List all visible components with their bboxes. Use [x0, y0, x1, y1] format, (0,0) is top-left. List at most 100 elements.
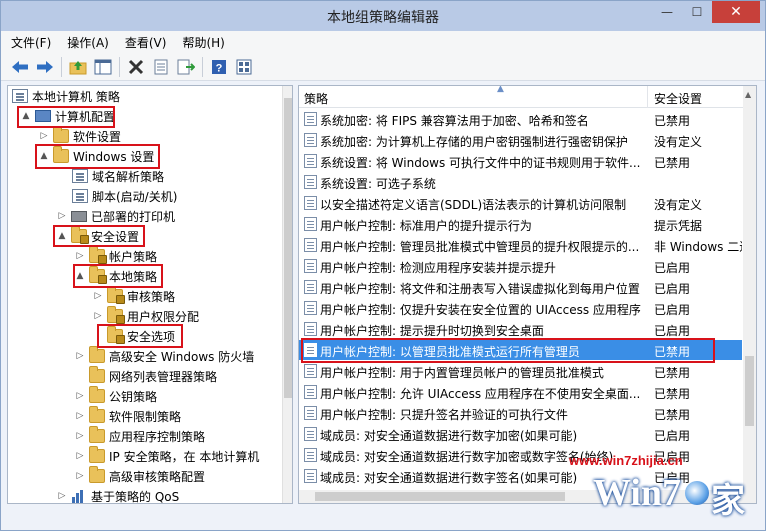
collapsed-arrow-icon[interactable]: ▷: [56, 490, 68, 502]
tree-item-label: IP 安全策略，在 本地计算机: [109, 449, 260, 464]
list-hscroll-thumb[interactable]: [315, 492, 565, 501]
tree-item-label: Windows 设置: [73, 149, 155, 164]
export-list-icon[interactable]: [175, 56, 197, 78]
up-folder-icon[interactable]: [67, 56, 89, 78]
scroll-up-icon[interactable]: ▲: [745, 90, 751, 99]
tree-item-firewall[interactable]: ▷ 高级安全 Windows 防火墙: [74, 346, 254, 366]
close-button[interactable]: ✕: [712, 1, 760, 23]
collapsed-arrow-icon[interactable]: ▷: [92, 310, 104, 322]
collapsed-arrow-icon[interactable]: ▷: [38, 130, 50, 142]
tree-item-user-rights[interactable]: ▷ 用户权限分配: [92, 306, 199, 326]
tree-item-computer-config[interactable]: ▲ 计算机配置: [20, 106, 115, 126]
list-item[interactable]: 域成员: 对安全通道数据进行数字加密(如果可能) 已启用: [299, 424, 742, 444]
menu-view[interactable]: 查看(V): [125, 34, 167, 51]
view-icon[interactable]: [233, 56, 255, 78]
policy-icon: [304, 301, 317, 315]
policy-icon: [304, 343, 317, 357]
policy-icon: [304, 406, 317, 420]
watermark-logo-text: Win7: [593, 472, 682, 514]
tree-item-printers[interactable]: ▷ 已部署的打印机: [56, 206, 175, 226]
tree-item-qos[interactable]: ▷ 基于策略的 QoS: [56, 486, 179, 503]
column-header-policy[interactable]: 策略: [304, 90, 328, 107]
list-item[interactable]: 用户帐户控制: 标准用户的提升提示行为 提示凭据: [299, 214, 742, 234]
folder-icon: [89, 426, 105, 443]
list-item[interactable]: 用户帐户控制: 用于内置管理员帐户的管理员批准模式 已禁用: [299, 361, 742, 381]
list-item[interactable]: 用户帐户控制: 允许 UIAccess 应用程序在不使用安全桌面... 已禁用: [299, 382, 742, 402]
menu-file[interactable]: 文件(F): [11, 34, 51, 51]
list-item[interactable]: 用户帐户控制: 只提升签名并验证的可执行文件 已禁用: [299, 403, 742, 423]
folder-icon: [89, 346, 105, 363]
minimize-button[interactable]: —: [652, 1, 682, 23]
list-item[interactable]: 系统加密: 为计算机上存储的用户密钥强制进行强密钥保护 没有定义: [299, 130, 742, 150]
list-vscroll-thumb[interactable]: [745, 356, 754, 426]
tree-scrollbar[interactable]: [282, 86, 292, 503]
policy-icon: [304, 154, 317, 168]
title-bar[interactable]: 本地组策略编辑器 — ☐ ✕: [1, 1, 765, 31]
svg-text:?: ?: [216, 62, 223, 74]
tree-item-security-settings[interactable]: ▲ 安全设置: [56, 226, 139, 246]
tree-item-local-policies[interactable]: ▲ 本地策略: [74, 266, 157, 286]
tree-item-windows-settings[interactable]: ▲ Windows 设置: [38, 146, 154, 166]
tree-scrollbar-thumb[interactable]: [284, 98, 292, 398]
list-item[interactable]: 用户帐户控制: 将文件和注册表写入错误虚拟化到每用户位置 已启用: [299, 277, 742, 297]
collapsed-arrow-icon[interactable]: ▷: [74, 430, 86, 442]
tree-item-public-key[interactable]: ▷ 公钥策略: [74, 386, 157, 406]
column-header-setting[interactable]: 安全设置: [654, 90, 702, 107]
list-item[interactable]: 用户帐户控制: 仅提升安装在安全位置的 UIAccess 应用程序 已启用: [299, 298, 742, 318]
tree-item-software-restriction[interactable]: ▷ 软件限制策略: [74, 406, 181, 426]
folder-icon: [53, 126, 69, 143]
expanded-arrow-icon[interactable]: ▲: [38, 150, 50, 162]
tree-item-network-list[interactable]: 网络列表管理器策略: [89, 366, 217, 386]
policy-icon: [304, 448, 317, 462]
back-arrow-icon[interactable]: [9, 56, 31, 78]
tree-item-label: 脚本(启动/关机): [92, 189, 178, 204]
tree-item-local-policy[interactable]: 本地计算机 策略: [12, 86, 120, 106]
list-item-selected[interactable]: 用户帐户控制: 以管理员批准模式运行所有管理员 已禁用: [299, 340, 742, 360]
tree-item-security-options[interactable]: 安全选项: [107, 326, 175, 346]
maximize-button[interactable]: ☐: [682, 1, 712, 23]
tree-item-advanced-audit[interactable]: ▷ 高级审核策略配置: [74, 466, 205, 486]
collapsed-arrow-icon[interactable]: ▷: [74, 450, 86, 462]
folder-icon: [89, 406, 105, 423]
properties-icon[interactable]: [150, 56, 172, 78]
collapsed-arrow-icon[interactable]: ▷: [74, 470, 86, 482]
tree-item-ip-security[interactable]: ▷ IP 安全策略，在 本地计算机: [74, 446, 259, 466]
list-item[interactable]: 用户帐户控制: 管理员批准模式中管理员的提升权限提示的... 非 Windows …: [299, 235, 742, 255]
list-item[interactable]: 系统加密: 将 FIPS 兼容算法用于加密、哈希和签名 已禁用: [299, 109, 742, 129]
tree-item-label: 审核策略: [127, 289, 176, 304]
list-item[interactable]: 系统设置: 将 Windows 可执行文件中的证书规则用于软件... 已禁用: [299, 151, 742, 171]
collapsed-arrow-icon[interactable]: ▷: [74, 390, 86, 402]
list-item[interactable]: 用户帐户控制: 检测应用程序安装并提示提升 已启用: [299, 256, 742, 276]
help-icon[interactable]: ?: [208, 56, 230, 78]
collapsed-arrow-icon[interactable]: ▷: [74, 350, 86, 362]
menu-action[interactable]: 操作(A): [67, 34, 109, 51]
tree-item-account-policies[interactable]: ▷ 帐户策略: [74, 246, 157, 266]
policy-list[interactable]: 策略 ▲ 安全设置 系统加密: 将 FIPS 兼容算法用于加密、哈希和签名 已禁用…: [298, 85, 757, 504]
menu-help[interactable]: 帮助(H): [182, 34, 224, 51]
tree-item-label: 域名解析策略: [92, 169, 165, 184]
expanded-arrow-icon[interactable]: ▲: [74, 270, 86, 282]
tree-item-app-control[interactable]: ▷ 应用程序控制策略: [74, 426, 205, 446]
bar-chart-icon: [71, 489, 87, 503]
expanded-arrow-icon[interactable]: ▲: [56, 230, 68, 242]
collapsed-arrow-icon[interactable]: ▷: [56, 210, 68, 222]
tree-item-scripts[interactable]: 脚本(启动/关机): [72, 186, 177, 206]
delete-icon[interactable]: [125, 56, 147, 78]
list-item[interactable]: 用户帐户控制: 提示提升时切换到安全桌面 已启用: [299, 319, 742, 339]
list-vertical-scrollbar[interactable]: ▲: [743, 86, 756, 503]
tree-item-software-settings[interactable]: ▷ 软件设置: [38, 126, 121, 146]
show-tree-icon[interactable]: [92, 56, 114, 78]
collapsed-arrow-icon[interactable]: ▷: [74, 250, 86, 262]
tree-item-label: 网络列表管理器策略: [109, 369, 218, 384]
forward-arrow-icon[interactable]: [34, 56, 56, 78]
collapsed-arrow-icon[interactable]: ▷: [92, 290, 104, 302]
list-item[interactable]: 系统设置: 可选子系统: [299, 172, 742, 192]
tree-item-dns-policy[interactable]: 域名解析策略: [72, 166, 164, 186]
collapsed-arrow-icon[interactable]: ▷: [74, 410, 86, 422]
folder-icon: [53, 146, 69, 163]
policy-icon: [304, 217, 317, 231]
tree-item-audit-policy[interactable]: ▷ 审核策略: [92, 286, 175, 306]
expanded-arrow-icon[interactable]: ▲: [20, 110, 32, 122]
console-tree[interactable]: 本地计算机 策略 ▲ 计算机配置 ▷ 软件设置 ▲ Windows 设置 域名解…: [7, 85, 293, 504]
list-item[interactable]: 以安全描述符定义语言(SDDL)语法表示的计算机访问限制 没有定义: [299, 193, 742, 213]
